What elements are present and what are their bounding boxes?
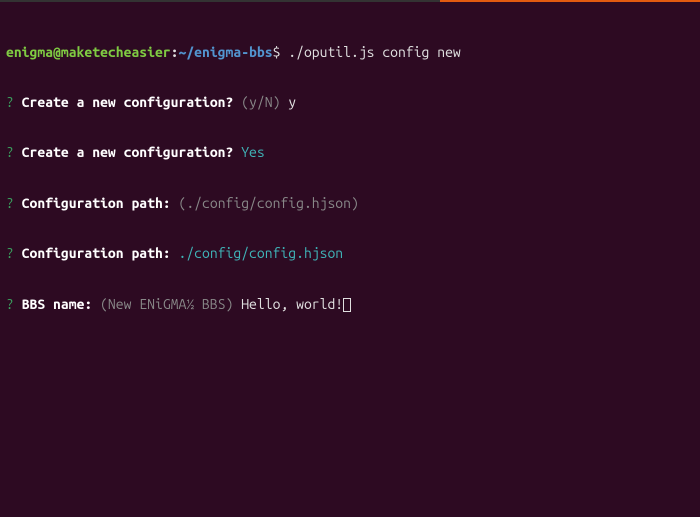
prompt-answer: y [288,94,296,110]
current-input-line[interactable]: ? BBS name: (New ENiGMA½ BBS) Hello, wor… [6,296,694,313]
question-mark-icon: ? [6,195,14,211]
prompt-text: Create a new configuration? [22,144,234,160]
question-mark-icon: ? [6,245,14,261]
prompt-text: Create a new configuration? [22,94,234,110]
prompt-text: BBS name: [22,296,93,312]
prompt-text: Configuration path: [22,245,171,261]
shell-dollar: $ [273,44,281,60]
question-mark-icon: ? [6,296,14,312]
active-tab-accent [440,0,700,2]
shell-command: ./oputil.js config new [288,44,460,60]
cursor-icon [343,298,351,312]
shell-prompt-line: enigma@maketecheasier:~/enigma-bbs$ ./op… [6,44,694,61]
prompt-answer: Yes [241,144,265,160]
question-mark-icon: ? [6,144,14,160]
prompt-hint: (./config/config.hjson) [179,195,359,211]
terminal-viewport[interactable]: enigma@maketecheasier:~/enigma-bbs$ ./op… [0,2,700,337]
shell-user-host: enigma@maketecheasier [6,44,171,60]
shell-cwd: ~/enigma-bbs [178,44,272,60]
prompt-text: Configuration path: [22,195,171,211]
prompt-line-2: ? Create a new configuration? Yes [6,144,694,161]
prompt-answer: ./config/config.hjson [179,245,344,261]
prompt-hint: (y/N) [241,94,280,110]
prompt-line-4: ? Configuration path: ./config/config.hj… [6,245,694,262]
user-input-text: Hello, world! [241,296,343,312]
prompt-line-1: ? Create a new configuration? (y/N) y [6,94,694,111]
question-mark-icon: ? [6,94,14,110]
prompt-line-3: ? Configuration path: (./config/config.h… [6,195,694,212]
prompt-hint: (New ENiGMA½ BBS) [100,296,233,312]
